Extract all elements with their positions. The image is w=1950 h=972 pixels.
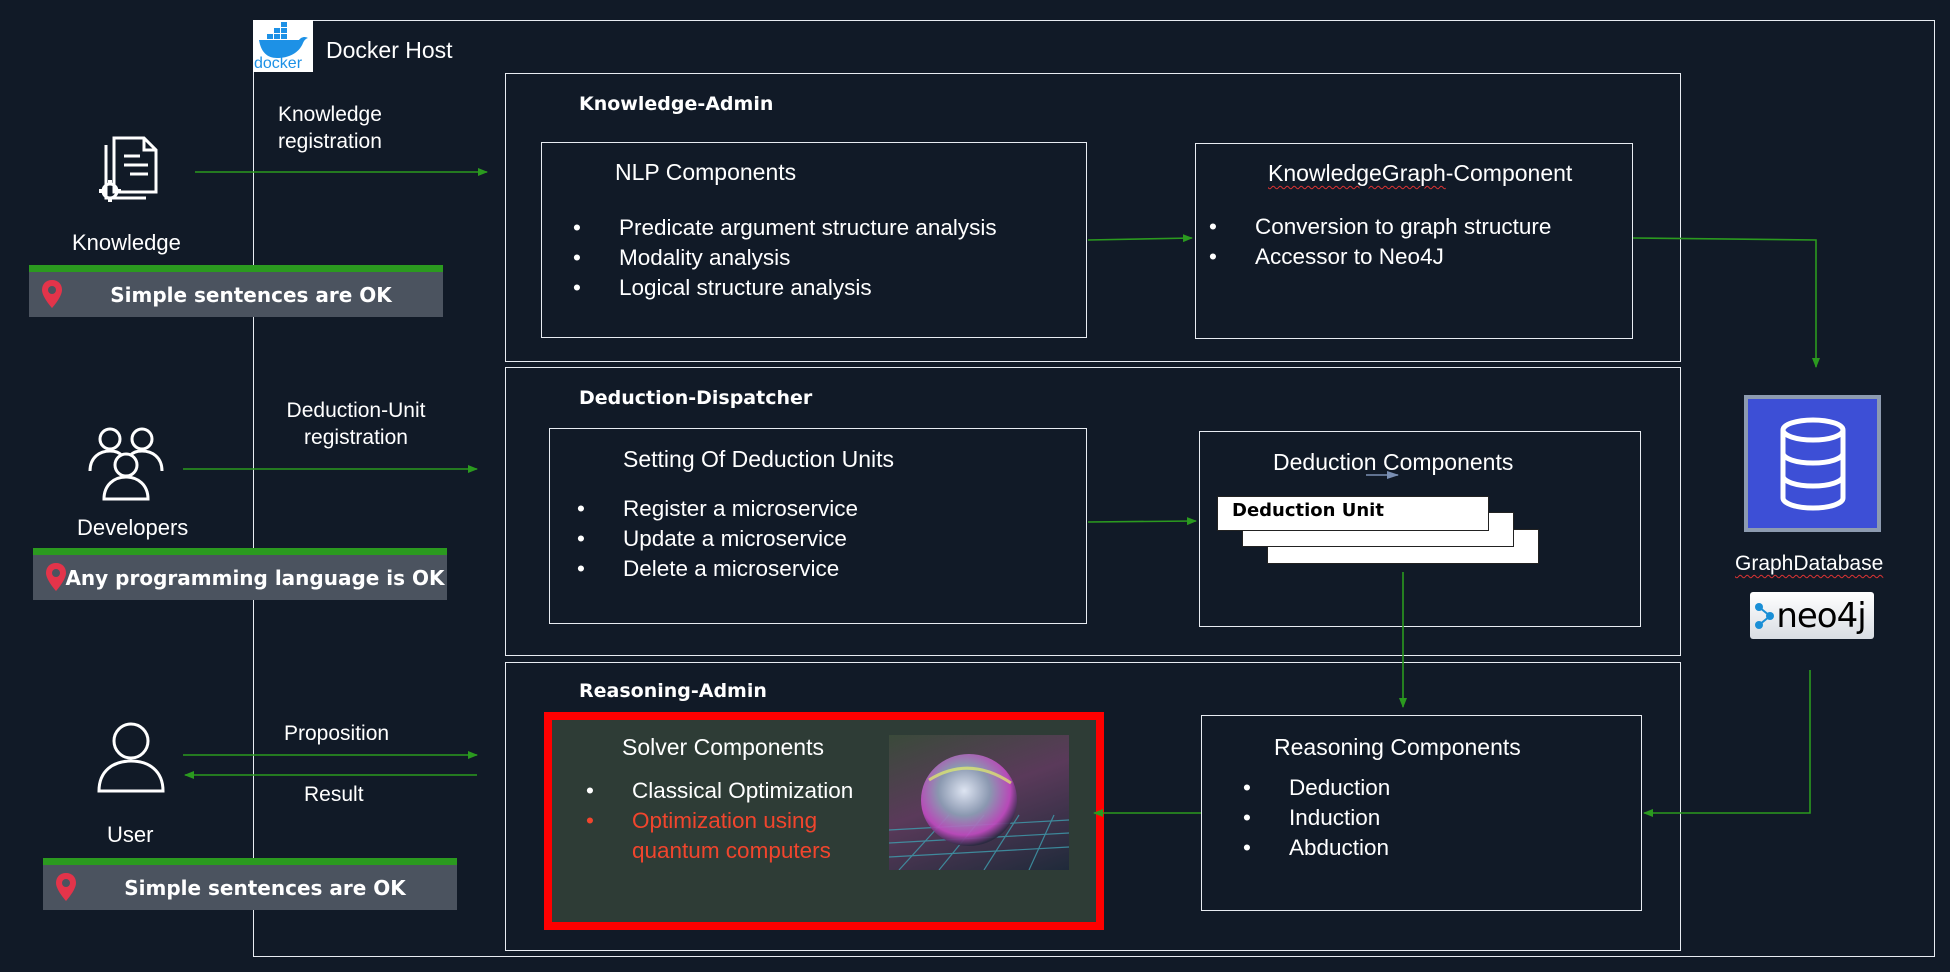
nlp-to-kg-arrow — [1087, 234, 1193, 243]
connector-arrows — [183, 168, 1820, 817]
setting-to-deduction-arrow — [1087, 517, 1197, 526]
database-to-reasoning-arrow — [1643, 670, 1811, 817]
kg-to-database-arrow — [1632, 237, 1820, 368]
